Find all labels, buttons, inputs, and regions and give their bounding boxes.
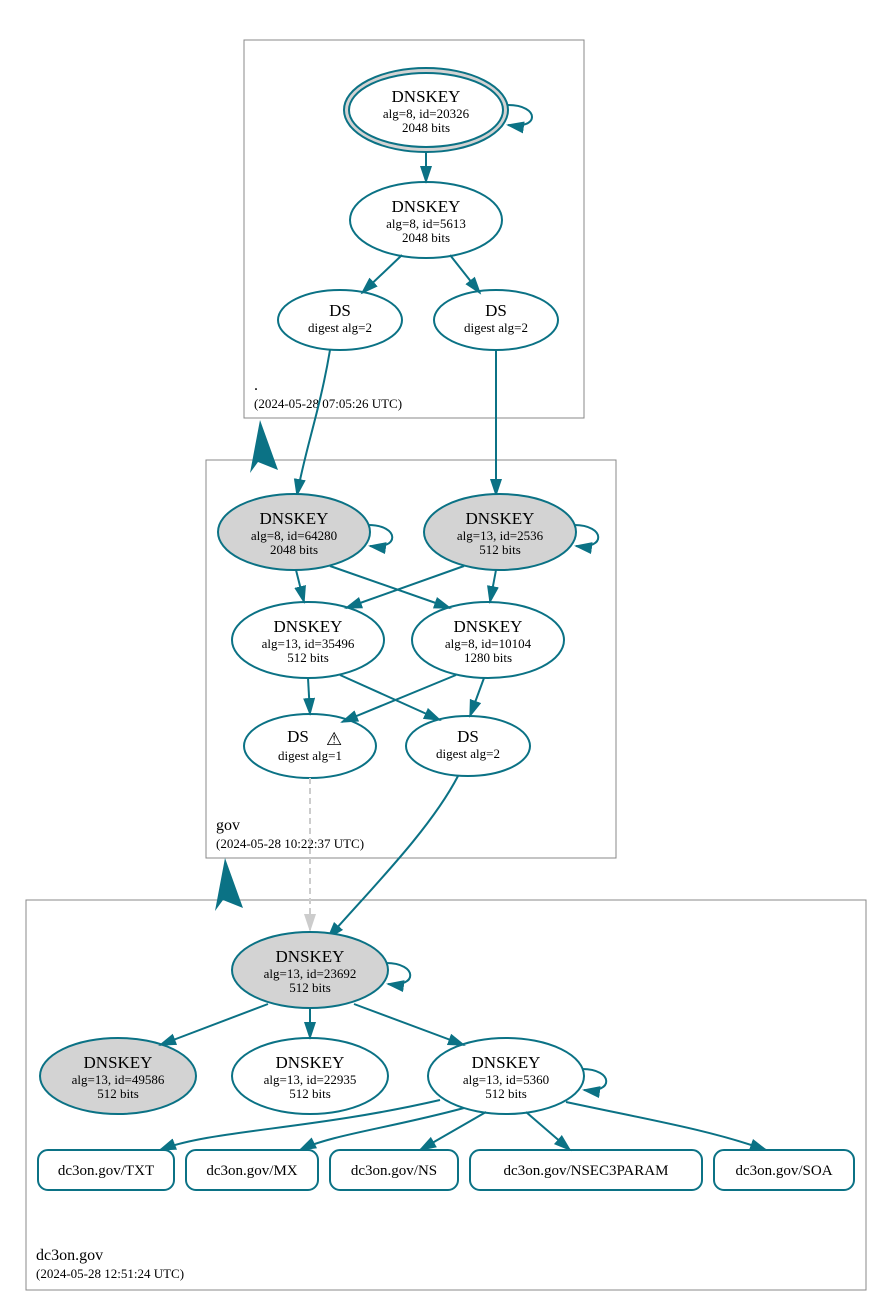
zone-root-time: (2024-05-28 07:05:26 UTC) bbox=[254, 396, 402, 411]
edge-govk1-govk3 bbox=[296, 570, 304, 602]
node-root-ds1: DS digest alg=2 bbox=[278, 290, 402, 350]
svg-text:DNSKEY: DNSKEY bbox=[274, 617, 343, 636]
edge-leafksk-k1 bbox=[160, 1004, 268, 1045]
svg-text:digest alg=2: digest alg=2 bbox=[308, 320, 372, 335]
svg-text:DNSKEY: DNSKEY bbox=[472, 1053, 541, 1072]
svg-text:DNSKEY: DNSKEY bbox=[260, 509, 329, 528]
node-root-zsk: DNSKEY alg=8, id=5613 2048 bits bbox=[350, 182, 502, 258]
warning-icon: ⚠ bbox=[326, 729, 342, 749]
node-leaf-k2: DNSKEY alg=13, id=22935 512 bits bbox=[232, 1038, 388, 1114]
svg-text:DNSKEY: DNSKEY bbox=[392, 87, 461, 106]
record-txt: dc3on.gov/TXT bbox=[38, 1150, 174, 1190]
svg-text:DS: DS bbox=[329, 301, 351, 320]
svg-text:1280 bits: 1280 bits bbox=[464, 650, 512, 665]
edge-k3-ns bbox=[420, 1112, 486, 1150]
svg-text:512 bits: 512 bits bbox=[97, 1086, 139, 1101]
node-gov-k3: DNSKEY alg=13, id=35496 512 bits bbox=[232, 602, 384, 678]
edge-govk4-ds1 bbox=[342, 675, 456, 722]
node-gov-ds2: DS digest alg=2 bbox=[406, 716, 530, 776]
svg-text:alg=13, id=2536: alg=13, id=2536 bbox=[457, 528, 544, 543]
svg-text:alg=13, id=22935: alg=13, id=22935 bbox=[264, 1072, 357, 1087]
node-leaf-k1: DNSKEY alg=13, id=49586 512 bits bbox=[40, 1038, 196, 1114]
svg-text:DNSKEY: DNSKEY bbox=[276, 1053, 345, 1072]
node-gov-ds1: DS ⚠ digest alg=1 bbox=[244, 714, 376, 778]
svg-text:alg=8, id=5613: alg=8, id=5613 bbox=[386, 216, 466, 231]
svg-text:alg=13, id=49586: alg=13, id=49586 bbox=[72, 1072, 165, 1087]
edge-govds2-leafksk bbox=[328, 776, 458, 938]
node-root-ksk: DNSKEY alg=8, id=20326 2048 bits bbox=[344, 68, 508, 152]
svg-text:512 bits: 512 bits bbox=[485, 1086, 527, 1101]
self-loop-leaf-ksk bbox=[386, 963, 410, 984]
zone-leaf-time: (2024-05-28 12:51:24 UTC) bbox=[36, 1266, 184, 1281]
zone-gov-time: (2024-05-28 10:22:37 UTC) bbox=[216, 836, 364, 851]
svg-text:DNSKEY: DNSKEY bbox=[454, 617, 523, 636]
svg-text:512 bits: 512 bits bbox=[289, 1086, 331, 1101]
svg-text:DNSKEY: DNSKEY bbox=[466, 509, 535, 528]
node-gov-k4: DNSKEY alg=8, id=10104 1280 bits bbox=[412, 602, 564, 678]
edge-govk3-ds2 bbox=[340, 675, 440, 720]
svg-text:2048 bits: 2048 bits bbox=[402, 120, 450, 135]
svg-text:dc3on.gov/NS: dc3on.gov/NS bbox=[351, 1163, 437, 1179]
node-leaf-ksk: DNSKEY alg=13, id=23692 512 bits bbox=[232, 932, 388, 1008]
self-loop-leaf-k3 bbox=[582, 1069, 606, 1090]
record-soa: dc3on.gov/SOA bbox=[714, 1150, 854, 1190]
svg-text:DNSKEY: DNSKEY bbox=[84, 1053, 153, 1072]
svg-text:DNSKEY: DNSKEY bbox=[392, 197, 461, 216]
zone-arrow-gov-leaf bbox=[215, 858, 243, 911]
svg-text:dc3on.gov/MX: dc3on.gov/MX bbox=[206, 1163, 297, 1179]
record-mx: dc3on.gov/MX bbox=[186, 1150, 318, 1190]
zone-leaf-name: dc3on.gov bbox=[36, 1247, 103, 1264]
svg-text:2048 bits: 2048 bits bbox=[270, 542, 318, 557]
edge-govk1-govk4 bbox=[330, 566, 450, 608]
self-loop-gov-k2 bbox=[574, 525, 598, 546]
record-ns: dc3on.gov/NS bbox=[330, 1150, 458, 1190]
edge-govk3-ds1 bbox=[308, 678, 310, 714]
svg-text:DS: DS bbox=[485, 301, 507, 320]
edge-ds1-govk1 bbox=[297, 350, 330, 495]
svg-text:DNSKEY: DNSKEY bbox=[276, 947, 345, 966]
svg-text:digest alg=2: digest alg=2 bbox=[436, 746, 500, 761]
zone-gov-name: gov bbox=[216, 817, 240, 834]
edge-govk2-govk4 bbox=[490, 570, 496, 602]
node-leaf-k3: DNSKEY alg=13, id=5360 512 bits bbox=[428, 1038, 584, 1114]
svg-text:alg=13, id=5360: alg=13, id=5360 bbox=[463, 1072, 549, 1087]
svg-text:512 bits: 512 bits bbox=[289, 980, 331, 995]
record-nsec3param: dc3on.gov/NSEC3PARAM bbox=[470, 1150, 702, 1190]
node-root-ds2: DS digest alg=2 bbox=[434, 290, 558, 350]
svg-text:digest alg=2: digest alg=2 bbox=[464, 320, 528, 335]
zone-root-name: . bbox=[254, 377, 258, 394]
svg-text:alg=13, id=23692: alg=13, id=23692 bbox=[264, 966, 357, 981]
edge-leafksk-k3 bbox=[354, 1004, 464, 1045]
svg-text:alg=13, id=35496: alg=13, id=35496 bbox=[262, 636, 355, 651]
svg-text:dc3on.gov/TXT: dc3on.gov/TXT bbox=[58, 1163, 154, 1179]
svg-text:DS: DS bbox=[457, 727, 479, 746]
svg-text:2048 bits: 2048 bits bbox=[402, 230, 450, 245]
svg-text:dc3on.gov/NSEC3PARAM: dc3on.gov/NSEC3PARAM bbox=[504, 1163, 669, 1179]
svg-text:alg=8, id=64280: alg=8, id=64280 bbox=[251, 528, 337, 543]
self-loop-root-ksk bbox=[508, 105, 532, 126]
svg-text:digest alg=1: digest alg=1 bbox=[278, 748, 342, 763]
svg-text:512 bits: 512 bits bbox=[287, 650, 329, 665]
node-gov-k1: DNSKEY alg=8, id=64280 2048 bits bbox=[218, 494, 370, 570]
edge-rootzsk-ds2 bbox=[450, 255, 480, 293]
edge-govk2-govk3 bbox=[346, 566, 464, 608]
svg-text:alg=8, id=10104: alg=8, id=10104 bbox=[445, 636, 532, 651]
self-loop-gov-k1 bbox=[368, 525, 392, 546]
edge-k3-nsec3 bbox=[526, 1112, 570, 1150]
svg-text:512 bits: 512 bits bbox=[479, 542, 521, 557]
edge-k3-soa bbox=[566, 1102, 766, 1150]
edge-govk4-ds2 bbox=[470, 678, 484, 716]
zone-arrow-root-gov bbox=[250, 420, 278, 473]
svg-text:alg=8, id=20326: alg=8, id=20326 bbox=[383, 106, 470, 121]
svg-text:dc3on.gov/SOA: dc3on.gov/SOA bbox=[735, 1163, 832, 1179]
node-gov-k2: DNSKEY alg=13, id=2536 512 bits bbox=[424, 494, 576, 570]
edge-rootzsk-ds1 bbox=[362, 255, 402, 293]
svg-text:DS: DS bbox=[287, 727, 309, 746]
